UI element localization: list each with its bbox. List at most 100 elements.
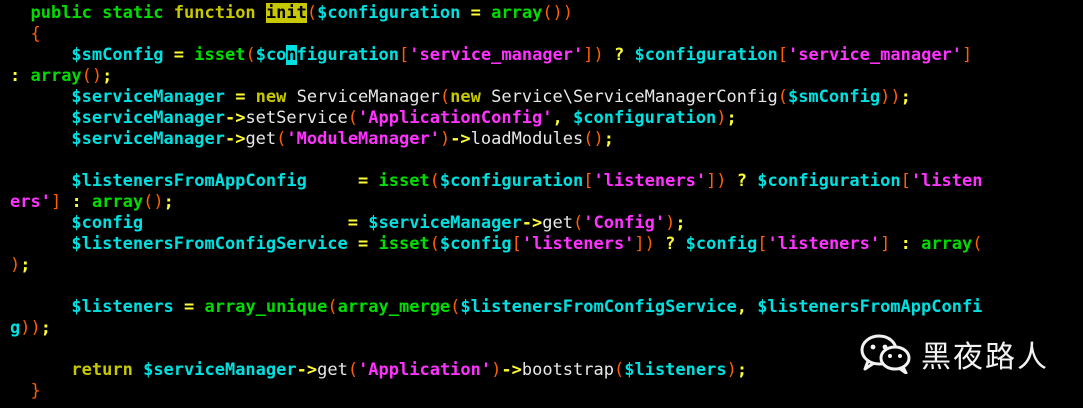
code-token: 'service_manager'	[788, 45, 963, 65]
code-token: isset	[194, 45, 246, 65]
code-token: ()	[143, 192, 164, 212]
code-token: [	[583, 171, 594, 191]
code-token: get	[542, 213, 573, 233]
code-token: 'service_manager'	[409, 45, 584, 65]
code-line: {	[10, 24, 1083, 45]
code-line: );	[10, 255, 1083, 276]
code-token: ;	[726, 108, 737, 128]
code-token: =	[173, 297, 205, 317]
code-token: g	[10, 318, 21, 338]
code-token: $configuration	[573, 108, 717, 128]
code-token: $smConfig	[787, 87, 881, 107]
code-token: $listenersFromAppConfi	[757, 297, 983, 317]
code-token: (	[439, 87, 451, 107]
code-token: =	[143, 213, 369, 233]
text-cursor: n	[286, 45, 297, 65]
code-line: $smConfig = isset($configuration['servic…	[10, 45, 1083, 66]
code-line: ers'] : array();	[10, 192, 1083, 213]
code-token: (	[429, 234, 440, 254]
code-token: (	[613, 360, 625, 380]
code-line: : array();	[10, 66, 1083, 87]
code-token: $smConfig	[71, 45, 164, 65]
code-line: $listenersFromConfigService = isset($con…	[10, 234, 1083, 255]
code-token: $config	[439, 234, 512, 254]
code-token: $configuration	[317, 3, 461, 23]
code-token: (	[572, 213, 584, 233]
code-token: (	[347, 360, 359, 380]
code-line: $listenersFromAppConfig = isset($configu…	[10, 171, 1083, 192]
code-token: ]	[962, 45, 973, 65]
code-line: $serviceManager->get('ModuleManager')->l…	[10, 129, 1083, 150]
code-token: [	[777, 45, 789, 65]
code-token: 'ModuleManager'	[286, 129, 440, 149]
code-token: )	[716, 108, 727, 128]
code-token: (	[777, 87, 788, 107]
code-token: :	[10, 66, 31, 86]
code-token: (	[972, 234, 983, 254]
code-token: Service\ServiceManagerConfig	[491, 87, 778, 107]
code-token: ;	[40, 318, 51, 338]
code-token: ;	[603, 129, 614, 149]
code-token: get	[245, 129, 277, 149]
code-token: ?	[603, 45, 635, 65]
code-token: ,	[736, 297, 758, 317]
code-token: ?	[654, 234, 686, 254]
code-line: }	[10, 381, 1083, 402]
watermark-text: 黑夜路人	[921, 340, 1049, 375]
code-token: $listenersFromConfigService	[460, 297, 737, 317]
code-token: 'listeners'	[521, 234, 635, 254]
code-token: array	[30, 66, 82, 86]
code-token: ])	[583, 45, 604, 65]
code-token: $configuration	[634, 45, 778, 65]
code-token: ->	[296, 360, 318, 380]
code-token: ]	[880, 234, 891, 254]
code-token: ;	[736, 360, 748, 380]
wechat-icon	[860, 334, 911, 374]
code-token: $serviceManager	[71, 87, 225, 107]
code-token: array_unique	[204, 297, 328, 317]
code-token: )	[665, 213, 676, 233]
code-token: $configuration	[757, 171, 901, 191]
code-token: 'listeners'	[593, 171, 707, 191]
code-token: (	[347, 108, 359, 128]
code-token: )	[491, 360, 502, 380]
code-token: [	[399, 45, 410, 65]
code-token: public static	[30, 3, 174, 23]
code-token: 'Application'	[358, 360, 492, 380]
code-token: $serviceManager	[143, 360, 297, 380]
code-token: =	[224, 87, 256, 107]
code-token: get	[317, 360, 348, 380]
code-token: ;	[20, 255, 31, 275]
code-token: ?	[726, 171, 758, 191]
code-token: 'listen	[910, 171, 983, 191]
code-token: array	[91, 192, 144, 212]
code-token: new	[255, 87, 297, 107]
code-token: =	[306, 171, 379, 191]
code-token: 'ApplicationConfig'	[358, 108, 553, 128]
code-token: array	[491, 3, 543, 23]
code-token: }	[30, 381, 41, 401]
code-token: 'Config'	[583, 213, 666, 233]
code-token: ()	[583, 129, 604, 149]
code-token: $listeners	[71, 297, 174, 317]
code-token: $co	[255, 45, 287, 65]
code-token: ()	[81, 66, 103, 86]
code-token: =	[460, 3, 492, 23]
code-token: ->	[224, 129, 246, 149]
code-token: $configuration	[439, 171, 584, 191]
code-token: )	[726, 360, 737, 380]
code-token: $serviceManager	[368, 213, 522, 233]
code-line: $config = $serviceManager->get('Config')…	[10, 213, 1083, 234]
code-token: )	[10, 255, 21, 275]
code-token: ;	[163, 192, 174, 212]
code-token: (	[450, 297, 461, 317]
code-token: $listenersFromConfigService	[71, 234, 348, 254]
code-token: ))	[880, 87, 901, 107]
